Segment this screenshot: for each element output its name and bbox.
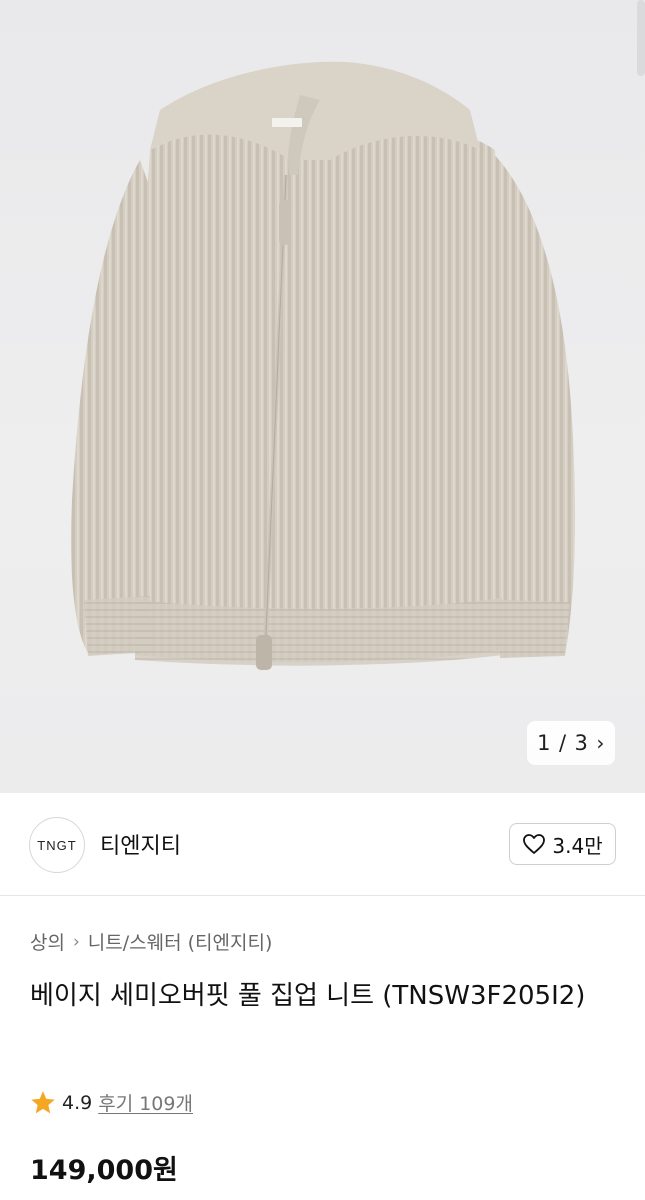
image-counter-total: 3 [574, 731, 589, 755]
scrollbar[interactable] [637, 0, 645, 76]
like-count: 3.4만 [552, 833, 603, 858]
product-image [70, 61, 576, 670]
breadcrumb-item-subcategory[interactable]: 니트/스웨터 (티엔지티) [88, 928, 273, 955]
reviews-link[interactable]: 후기 109개 [98, 1089, 193, 1116]
rating-score: 4.9 [62, 1091, 93, 1114]
brand-logo[interactable]: TNGT [29, 817, 85, 873]
chevron-right-icon: › [72, 931, 80, 952]
product-title: 베이지 세미오버핏 풀 집업 니트 (TNSW3F205I2) [30, 981, 586, 1011]
breadcrumb-item-category[interactable]: 상의 [30, 928, 65, 955]
rating-row: 4.9 후기 109개 [30, 1089, 193, 1116]
image-counter[interactable]: 1 / 3 › [527, 721, 615, 765]
brand-name[interactable]: 티엔지티 [100, 828, 181, 860]
product-image-gallery[interactable]: 1 / 3 › [0, 0, 645, 793]
like-button[interactable]: 3.4만 [509, 823, 616, 865]
brand-logo-text: TNGT [37, 837, 77, 853]
heart-outline-icon [523, 834, 546, 854]
product-price: 149,000원 [30, 1155, 178, 1186]
image-counter-separator: / [558, 731, 567, 755]
image-counter-current: 1 [537, 731, 551, 755]
chevron-right-icon[interactable]: › [596, 731, 605, 755]
star-icon [31, 1091, 55, 1114]
breadcrumb: 상의 › 니트/스웨터 (티엔지티) [30, 928, 272, 955]
brand-row: TNGT 티엔지티 3.4만 [0, 793, 645, 896]
